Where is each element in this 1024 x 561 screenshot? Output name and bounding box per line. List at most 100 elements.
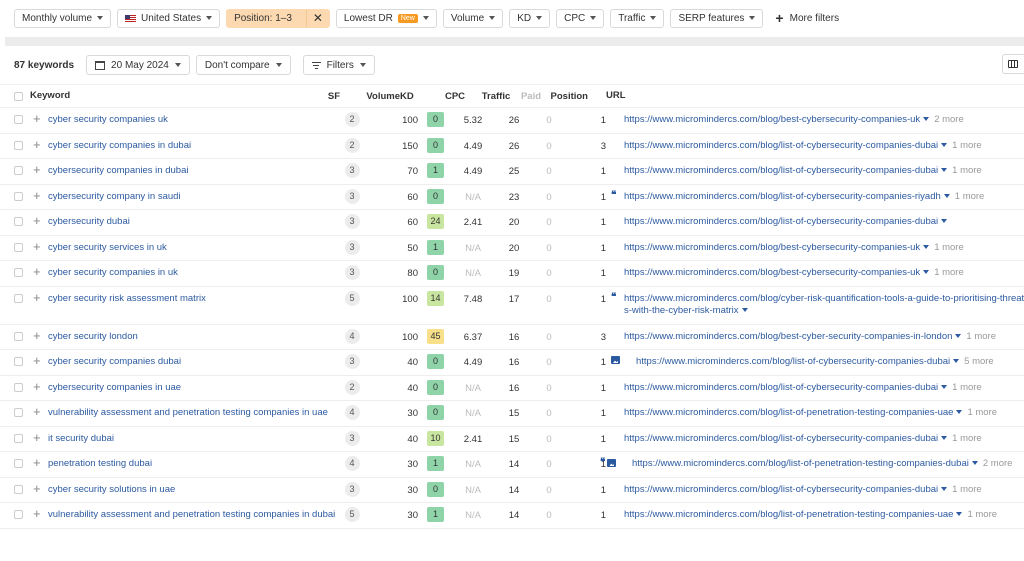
add-to-list-icon[interactable]: + bbox=[30, 185, 48, 202]
url-link[interactable]: https://www.micromindercs.com/blog/list-… bbox=[624, 216, 938, 227]
keyword-link[interactable]: cyber security companies in uk bbox=[48, 261, 338, 286]
date-picker[interactable]: 20 May 2024 bbox=[86, 55, 190, 75]
keyword-link[interactable]: cybersecurity dubai bbox=[48, 210, 338, 235]
serp-features-dropdown[interactable]: SERP features bbox=[670, 8, 764, 28]
row-checkbox[interactable] bbox=[14, 242, 23, 252]
url-dropdown-icon[interactable] bbox=[741, 308, 748, 312]
column-sf[interactable]: SF bbox=[320, 85, 348, 107]
row-checkbox[interactable] bbox=[14, 268, 23, 277]
more-urls-link[interactable]: 1 more bbox=[967, 509, 997, 520]
select-all-checkbox[interactable] bbox=[14, 91, 23, 101]
add-to-list-icon[interactable]: + bbox=[30, 478, 48, 495]
serp-features-count[interactable]: 3 bbox=[344, 163, 360, 178]
serp-features-count[interactable]: 3 bbox=[344, 214, 360, 229]
more-urls-link[interactable]: 2 more bbox=[934, 114, 964, 125]
url-dropdown-icon[interactable] bbox=[971, 461, 978, 465]
url-dropdown-icon[interactable] bbox=[941, 486, 948, 491]
row-checkbox[interactable] bbox=[14, 217, 23, 226]
url-dropdown-icon[interactable] bbox=[941, 435, 948, 440]
url-link[interactable]: https://www.micromindercs.com/blog/list-… bbox=[624, 191, 941, 202]
serp-features-count[interactable]: 3 bbox=[344, 265, 360, 280]
more-urls-link[interactable]: 1 more bbox=[952, 484, 982, 495]
serp-features-count[interactable]: 5 bbox=[344, 507, 360, 522]
keyword-link[interactable]: vulnerability assessment and penetration… bbox=[48, 503, 338, 528]
add-to-list-icon[interactable]: + bbox=[30, 210, 48, 227]
more-urls-link[interactable]: 1 more bbox=[955, 191, 985, 202]
url-link[interactable]: https://www.micromindercs.com/blog/list-… bbox=[624, 484, 938, 495]
keyword-link[interactable]: cyber security solutions in uae bbox=[48, 478, 338, 503]
url-link[interactable]: https://www.micromindercs.com/blog/best-… bbox=[624, 114, 920, 125]
add-to-list-icon[interactable]: + bbox=[30, 376, 48, 393]
keyword-link[interactable]: penetration testing dubai bbox=[48, 452, 338, 477]
url-dropdown-icon[interactable] bbox=[943, 193, 950, 198]
cpc-dropdown[interactable]: CPC bbox=[556, 8, 605, 28]
url-link[interactable]: https://www.micromindercs.com/blog/list-… bbox=[624, 382, 938, 393]
keyword-link[interactable]: it security dubai bbox=[48, 427, 338, 452]
serp-features-count[interactable]: 5 bbox=[344, 290, 360, 306]
keyword-link[interactable]: cyber security london bbox=[48, 325, 338, 350]
more-urls-link[interactable]: 1 more bbox=[934, 267, 964, 278]
serp-features-count[interactable]: 2 bbox=[344, 137, 360, 153]
row-checkbox[interactable] bbox=[14, 459, 23, 468]
more-urls-link[interactable]: 5 more bbox=[964, 356, 994, 367]
columns-button[interactable] bbox=[1002, 54, 1024, 74]
row-checkbox[interactable] bbox=[14, 140, 23, 150]
serp-features-count[interactable]: 4 bbox=[344, 328, 360, 344]
add-to-list-icon[interactable]: + bbox=[30, 236, 48, 253]
serp-features-count[interactable]: 3 bbox=[344, 239, 360, 255]
row-checkbox[interactable] bbox=[14, 408, 23, 417]
serp-features-count[interactable]: 2 bbox=[344, 112, 360, 127]
row-checkbox[interactable] bbox=[14, 293, 23, 303]
add-to-list-icon[interactable]: + bbox=[30, 427, 48, 444]
keyword-link[interactable]: cybersecurity companies in uae bbox=[48, 376, 338, 401]
url-link[interactable]: https://www.micromindercs.com/blog/list-… bbox=[624, 140, 938, 151]
url-dropdown-icon[interactable] bbox=[923, 270, 930, 274]
row-checkbox[interactable] bbox=[14, 191, 23, 201]
url-link[interactable]: https://www.micromindercs.com/blog/list-… bbox=[624, 433, 938, 444]
monthly-volume-dropdown[interactable]: Monthly volume bbox=[14, 8, 112, 28]
url-link[interactable]: https://www.micromindercs.com/blog/cyber… bbox=[624, 293, 1024, 317]
url-link[interactable]: https://www.micromindercs.com/blog/list-… bbox=[624, 509, 953, 520]
more-urls-link[interactable]: 1 more bbox=[952, 165, 982, 176]
url-dropdown-icon[interactable] bbox=[941, 142, 948, 147]
keyword-link[interactable]: cyber security companies dubai bbox=[48, 350, 338, 375]
close-icon[interactable]: ✕ bbox=[305, 9, 329, 27]
row-checkbox[interactable] bbox=[14, 331, 23, 341]
url-dropdown-icon[interactable] bbox=[923, 117, 930, 121]
add-to-list-icon[interactable]: + bbox=[30, 503, 48, 520]
add-to-list-icon[interactable]: + bbox=[30, 452, 48, 469]
keyword-link[interactable]: cybersecurity company in saudi bbox=[48, 185, 338, 210]
keyword-link[interactable]: vulnerability assessment and penetration… bbox=[48, 401, 338, 426]
url-link[interactable]: https://www.micromindercs.com/blog/list-… bbox=[636, 356, 950, 367]
column-paid[interactable]: Paid bbox=[516, 85, 546, 107]
keyword-link[interactable]: cyber security risk assessment matrix bbox=[48, 287, 338, 312]
add-to-list-icon[interactable]: + bbox=[30, 350, 48, 367]
keyword-link[interactable]: cyber security companies uk bbox=[48, 108, 338, 133]
keyword-link[interactable]: cyber security companies in dubai bbox=[48, 134, 338, 159]
serp-features-count[interactable]: 4 bbox=[344, 456, 360, 471]
compare-dropdown[interactable]: Don't compare bbox=[195, 55, 291, 75]
filters-button[interactable]: Filters bbox=[302, 55, 375, 75]
url-dropdown-icon[interactable] bbox=[941, 219, 948, 223]
country-dropdown[interactable]: United States bbox=[117, 8, 221, 28]
add-to-list-icon[interactable]: + bbox=[30, 134, 48, 151]
column-cpc[interactable]: CPC bbox=[434, 85, 476, 107]
traffic-dropdown[interactable]: Traffic bbox=[610, 8, 665, 28]
row-checkbox[interactable] bbox=[14, 382, 23, 392]
lowest-dr-dropdown[interactable]: Lowest DR New bbox=[335, 8, 437, 28]
more-urls-link[interactable]: 1 more bbox=[967, 407, 997, 418]
more-urls-link[interactable]: 1 more bbox=[952, 382, 982, 393]
row-checkbox[interactable] bbox=[14, 433, 23, 443]
row-checkbox[interactable] bbox=[14, 166, 23, 175]
more-filters-button[interactable]: + More filters bbox=[775, 11, 839, 25]
column-position[interactable]: Position bbox=[546, 85, 590, 107]
more-urls-link[interactable]: 1 more bbox=[934, 242, 964, 253]
column-url[interactable]: URL bbox=[590, 85, 1010, 107]
row-checkbox[interactable] bbox=[14, 510, 23, 519]
add-to-list-icon[interactable]: + bbox=[30, 401, 48, 418]
url-dropdown-icon[interactable] bbox=[941, 384, 948, 389]
add-to-list-icon[interactable]: + bbox=[30, 287, 48, 304]
add-to-list-icon[interactable]: + bbox=[30, 325, 48, 342]
url-dropdown-icon[interactable] bbox=[956, 512, 963, 516]
more-urls-link[interactable]: 1 more bbox=[952, 433, 982, 444]
